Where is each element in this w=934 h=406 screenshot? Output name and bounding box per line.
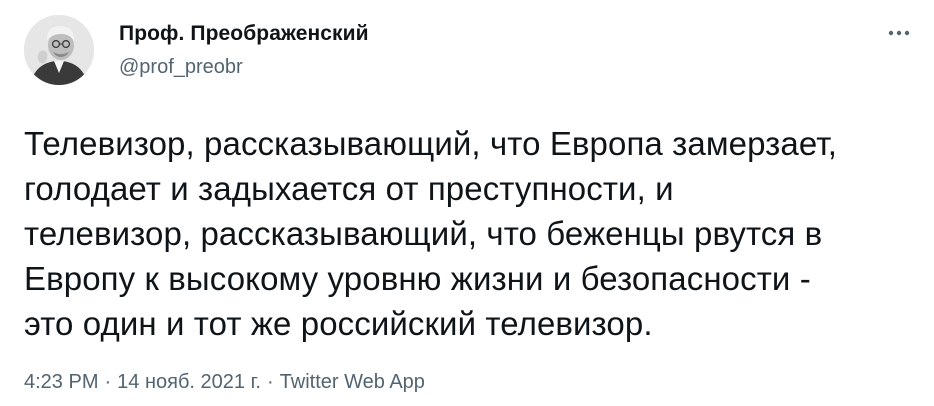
tweet-date[interactable]: 14 нояб. 2021 г. [117,371,261,393]
author-handle[interactable]: @prof_preobr [119,55,369,79]
author-block: Проф. Преображенский @prof_preobr [119,21,369,79]
tweet-text: Телевизор, рассказывающий, что Европа за… [24,125,838,342]
meta-separator: · [266,371,274,393]
ellipsis-icon [888,30,910,36]
author-display-name[interactable]: Проф. Преображенский [119,21,369,47]
tweet-source[interactable]: Twitter Web App [280,371,425,393]
tweet-time[interactable]: 4:23 PM [24,371,98,393]
meta-separator: · [104,371,112,393]
avatar[interactable] [24,15,94,85]
profile-photo-icon [24,15,94,85]
tweet-meta: 4:23 PM · 14 нояб. 2021 г. · Twitter Web App [24,370,425,394]
more-options-button[interactable] [886,24,912,42]
tweet-card: Проф. Преображенский @prof_preobr Телеви… [0,0,934,406]
